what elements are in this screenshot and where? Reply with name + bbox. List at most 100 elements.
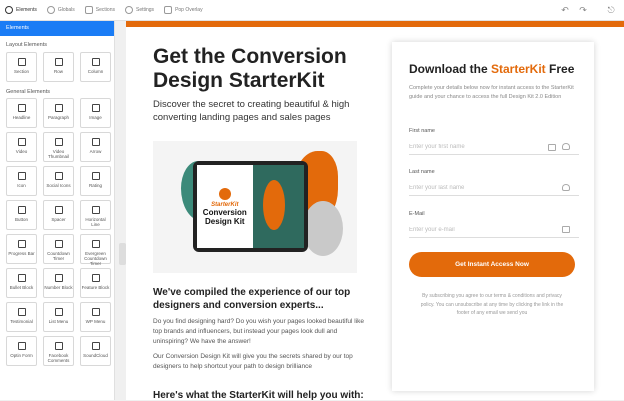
elements-sidebar: Elements Layout Elements Section Row Colum…: [0, 21, 115, 400]
page-title: Get the Conversion Design StarterKit: [153, 45, 347, 92]
hero-image: StarterKit Conversion Design Kit: [153, 141, 357, 273]
element-column[interactable]: Column: [80, 52, 111, 82]
element-headline[interactable]: Headline: [6, 98, 37, 128]
spacer-icon: [54, 206, 63, 214]
element-label: Headline: [12, 115, 31, 120]
element-paragraph[interactable]: Paragraph: [43, 98, 74, 128]
element-arrow[interactable]: Arrow: [80, 132, 111, 162]
users-icon: [562, 184, 570, 191]
card-icon: [548, 144, 556, 151]
row-icon: [54, 58, 63, 66]
starterkit-logo-icon: [218, 187, 231, 200]
form-description: Complete your details below now for inst…: [409, 85, 574, 100]
last-name-label: Last name: [409, 169, 435, 175]
element-rating[interactable]: Rating: [80, 166, 111, 196]
user-icon: [562, 143, 570, 150]
element-testimonial[interactable]: Testimonial: [6, 302, 37, 332]
element-wp-menu[interactable]: WP Menu: [80, 302, 111, 332]
element-spacer[interactable]: Spacer: [43, 200, 74, 230]
popup-icon: [164, 6, 173, 14]
element-label: Section: [13, 69, 29, 74]
page-canvas: Get the Conversion Design StarterKit Dis…: [126, 21, 624, 401]
element-video[interactable]: Video: [6, 132, 37, 162]
tab-pop-overlay[interactable]: Pop Overlay: [159, 0, 208, 21]
redo-icon[interactable]: ↷: [578, 5, 588, 15]
element-label: Number Block: [44, 285, 73, 290]
element-label: Video Thumbnail: [47, 149, 69, 159]
tab-globals[interactable]: Globals: [42, 0, 80, 21]
element-progress-bar[interactable]: Progress Bar: [6, 234, 37, 264]
tablet-mockup: StarterKit Conversion Design Kit: [193, 161, 308, 252]
horizontal-line-icon: [91, 206, 100, 214]
soundcloud-icon: [91, 342, 100, 350]
sections-icon: [84, 6, 93, 14]
element-label: Arrow: [89, 149, 102, 154]
section-heading: We've compiled the experience of our top…: [153, 287, 351, 311]
last-name-field[interactable]: [409, 180, 579, 196]
form-title: Download the StarterKit Free: [409, 62, 575, 76]
book-title: Conversion Design Kit: [202, 207, 247, 226]
element-image[interactable]: Image: [80, 98, 111, 128]
element-bullet-block[interactable]: Bullet Block: [6, 268, 37, 298]
element-label: SoundCloud: [83, 353, 108, 358]
headline-icon: [17, 104, 26, 112]
column-icon: [91, 58, 100, 66]
element-feature-block[interactable]: Feature Block: [80, 268, 111, 298]
general-elements-grid: Headline Paragraph Image Video Video Thumbna…: [0, 98, 114, 366]
element-label: Spacer: [51, 217, 66, 222]
element-label: Paragraph: [47, 115, 69, 120]
gear-icon: [124, 6, 133, 14]
element-row[interactable]: Row: [43, 52, 74, 82]
tab-elements[interactable]: Elements: [0, 0, 42, 21]
top-accent-bar: [126, 21, 624, 27]
element-button[interactable]: Button: [6, 200, 37, 230]
get-access-button[interactable]: Get Instant Access Now: [409, 252, 575, 277]
undo-icon[interactable]: ↶: [560, 5, 570, 15]
element-section[interactable]: Section: [6, 52, 37, 82]
countdown-timer-icon: [54, 240, 63, 248]
element-evergreen-countdown-timer[interactable]: Evergreen Countdown Timer: [80, 234, 111, 266]
element-label: Social Icons: [46, 183, 71, 188]
rating-icon: [91, 172, 100, 180]
element-number-block[interactable]: Number Block: [43, 268, 74, 298]
testimonial-icon: [17, 308, 26, 316]
video-icon: [17, 138, 26, 146]
video-thumbnail-icon: [54, 138, 63, 146]
element-soundcloud[interactable]: SoundCloud: [80, 336, 111, 366]
page-subtitle: Discover the secret to creating beautifu…: [153, 99, 350, 123]
element-label: Row: [53, 69, 63, 74]
progress-bar-icon: [17, 240, 26, 248]
element-label: Button: [14, 217, 28, 222]
element-icon[interactable]: Icon: [6, 166, 37, 196]
element-facebook-comments[interactable]: Facebook Comments: [43, 336, 74, 366]
layout-elements-grid: Section Row Column: [0, 52, 114, 82]
icon-icon: [17, 172, 26, 180]
element-label: Bullet Block: [9, 285, 34, 290]
section-heading-2: Here's what the StarterKit will help you…: [153, 390, 364, 401]
element-label: Optin Form: [10, 353, 33, 358]
element-horizontal-line[interactable]: Horizontal Line: [80, 200, 111, 230]
plus-circle-icon: [5, 6, 13, 14]
element-label: Video: [15, 149, 28, 154]
element-label: Progress Bar: [8, 251, 35, 256]
element-countdown-timer[interactable]: Countdown Timer: [43, 234, 74, 264]
arrow-icon: [91, 138, 100, 146]
tab-sections[interactable]: Sections: [80, 0, 120, 21]
tab-settings[interactable]: Settings: [120, 0, 159, 21]
exit-icon[interactable]: ⎋: [606, 5, 616, 15]
feature-block-icon: [91, 274, 100, 282]
element-video-thumbnail[interactable]: Video Thumbnail: [43, 132, 74, 162]
element-list-menu[interactable]: List Menu: [43, 302, 74, 332]
element-label: Rating: [88, 183, 102, 188]
facebook-comments-icon: [54, 342, 63, 350]
image-icon: [91, 104, 100, 112]
email-field[interactable]: [409, 222, 579, 238]
element-label: Countdown Timer: [47, 251, 70, 261]
element-label: WP Menu: [85, 319, 106, 324]
element-optin-form[interactable]: Optin Form: [6, 336, 37, 366]
sidebar-collapse-handle[interactable]: [119, 243, 126, 265]
optin-form-icon: [17, 342, 26, 350]
number-block-icon: [54, 274, 63, 282]
first-name-label: First name: [409, 128, 435, 134]
element-social-icons[interactable]: Social Icons: [43, 166, 74, 196]
